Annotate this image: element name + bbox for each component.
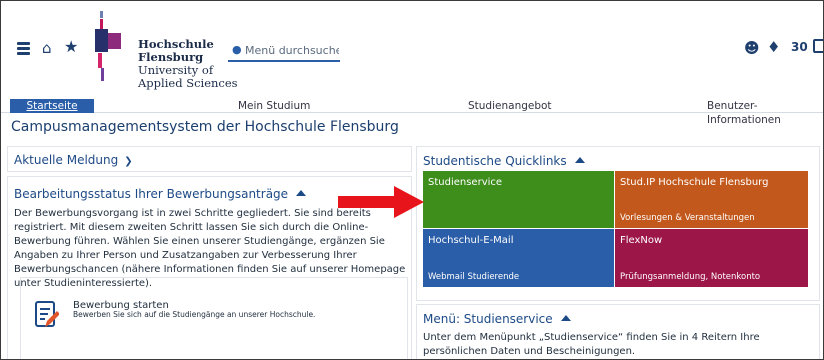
tile-studienservice[interactable]: Studienservice [423, 171, 614, 228]
user-icon[interactable]: ☻ [744, 39, 760, 57]
tile-studip[interactable]: Stud.IP Hochschule Flensburg Vorlesungen… [615, 171, 808, 228]
page-title: Campusmanagementsystem der Hochschule Fl… [11, 119, 399, 135]
menu-description: Unter dem Menüpunkt „Studienservice“ fin… [423, 332, 760, 357]
nav-item-mein-studium[interactable]: Mein Studium [238, 99, 310, 113]
chevron-up-icon [560, 315, 571, 321]
studienservice-menu-panel: Menü: Studienservice Unter dem Menüpunkt… [416, 304, 820, 359]
star-icon[interactable]: ★ [64, 37, 78, 56]
bell-icon[interactable]: ♦ [767, 38, 780, 56]
apply-subtitle: Bewerben Sie sich auf die Studiengänge a… [73, 310, 316, 319]
tile-title: Stud.IP Hochschule Flensburg [620, 177, 769, 188]
main-nav: Startseite Mein Studium Studienangebot B… [1, 99, 823, 126]
start-application-card[interactable]: Bewerbung starten Bewerben Sie sich auf … [20, 277, 408, 359]
home-icon[interactable]: ⌂ [42, 39, 52, 57]
tile-hochschul-email[interactable]: Hochschul-E-Mail Webmail Studierende [423, 229, 614, 287]
nav-item-benutzer-informationen[interactable]: Benutzer-Informationen [707, 99, 823, 126]
search-input[interactable] [245, 44, 339, 57]
news-title: Aktuelle Meldung [14, 153, 119, 167]
search-bar[interactable]: ● [228, 42, 340, 62]
menu-title: Menü: Studienservice [423, 312, 553, 326]
tile-subtitle: Prüfungsanmeldung, Notenkonto [620, 272, 761, 282]
university-logo[interactable] [92, 11, 122, 81]
tile-title: Hochschul-E-Mail [428, 235, 514, 246]
menu-toggle[interactable]: Menü: Studienservice [423, 312, 571, 326]
news-panel: Aktuelle Meldung ❯ [7, 146, 412, 172]
tile-subtitle: Webmail Studierende [428, 272, 520, 282]
logout-icon[interactable] [813, 39, 823, 53]
menu-icon[interactable] [17, 42, 30, 55]
status-title: Bearbeitungsstatus Ihrer Bewerbungsanträ… [14, 187, 289, 201]
quicklinks-title: Studentische Quicklinks [423, 154, 567, 168]
tile-title: Studienservice [428, 177, 503, 188]
tile-subtitle: Vorlesungen & Veranstaltungen [620, 213, 755, 223]
logo-line-4: Applied Sciences [138, 76, 238, 90]
search-icon: ● [232, 43, 242, 56]
edit-document-icon [35, 301, 59, 327]
chevron-right-icon: ❯ [124, 156, 133, 167]
app-window: ⌂ ★ Hochschule Flensburg University of A… [0, 0, 824, 360]
news-toggle[interactable]: Aktuelle Meldung ❯ [14, 153, 133, 167]
logo-text: Hochschule Flensburg University of Appli… [138, 38, 238, 90]
red-arrow-annotation [338, 186, 424, 218]
chevron-up-icon [296, 190, 307, 196]
tile-title: FlexNow [620, 235, 663, 246]
notification-count[interactable]: 30 [791, 40, 808, 54]
chevron-up-icon [574, 157, 585, 163]
header: ⌂ ★ Hochschule Flensburg University of A… [1, 1, 823, 99]
nav-item-startseite[interactable]: Startseite [10, 99, 94, 113]
quicklinks-toggle[interactable]: Studentische Quicklinks [423, 154, 585, 168]
status-toggle[interactable]: Bearbeitungsstatus Ihrer Bewerbungsanträ… [14, 187, 307, 201]
tile-flexnow[interactable]: FlexNow Prüfungsanmeldung, Notenkonto [615, 229, 808, 287]
nav-item-studienangebot[interactable]: Studienangebot [468, 99, 552, 113]
